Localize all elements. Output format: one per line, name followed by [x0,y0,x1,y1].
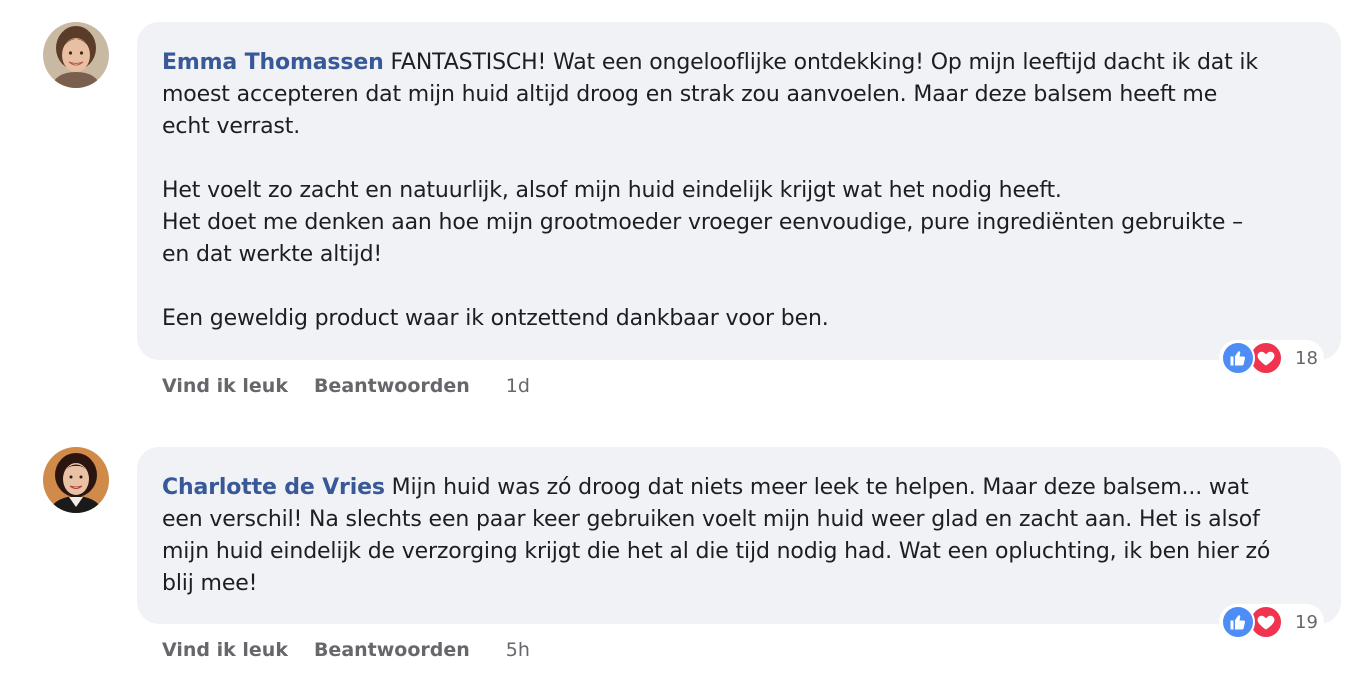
comment-author[interactable]: Emma Thomassen [162,50,384,75]
reaction-summary[interactable]: 18 [1219,340,1324,376]
like-button[interactable]: Vind ik leuk [162,639,288,661]
comment-body: FANTASTISCH! Wat een ongelooflijke ontde… [162,50,1258,331]
comment-author[interactable]: Charlotte de Vries [162,475,385,500]
avatar-photo-icon [43,447,109,513]
thumbs-up-icon [1221,605,1255,639]
comment-actions: Vind ik leuk Beantwoorden 1d [162,375,530,397]
avatar[interactable] [43,22,109,88]
comment-bubble: Emma Thomassen FANTASTISCH! Wat een onge… [137,22,1341,360]
avatar[interactable] [43,447,109,513]
comment-text: Emma Thomassen FANTASTISCH! Wat een onge… [162,47,1311,335]
comment-actions: Vind ik leuk Beantwoorden 5h [162,639,530,661]
reply-button[interactable]: Beantwoorden [314,375,470,397]
comment-bubble: Charlotte de Vries Mijn huid was zó droo… [137,447,1341,624]
avatar-photo-icon [43,22,109,88]
reaction-count: 18 [1295,347,1318,369]
reaction-summary[interactable]: 19 [1219,604,1324,640]
reply-button[interactable]: Beantwoorden [314,639,470,661]
like-button[interactable]: Vind ik leuk [162,375,288,397]
thumbs-up-icon [1221,341,1255,375]
comment-timestamp[interactable]: 5h [506,639,530,661]
reaction-count: 19 [1295,611,1318,633]
comment-text: Charlotte de Vries Mijn huid was zó droo… [162,472,1311,600]
comment-timestamp[interactable]: 1d [506,375,530,397]
